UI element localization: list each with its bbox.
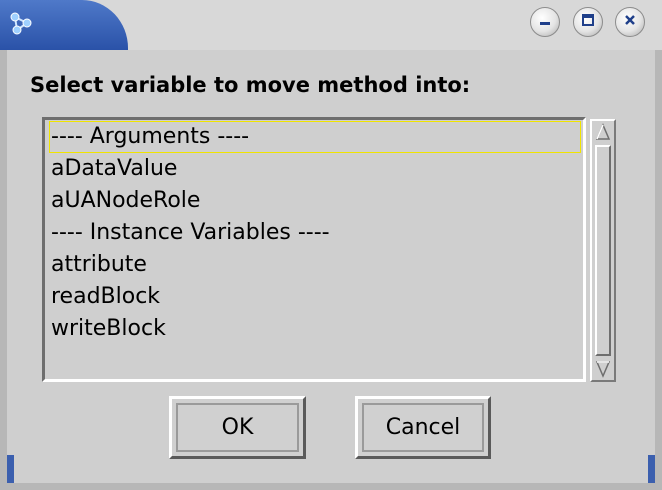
minimize-button[interactable] — [530, 7, 560, 37]
cancel-button-label: Cancel — [385, 415, 461, 440]
ok-button[interactable]: OK — [169, 396, 306, 459]
scroll-up-arrow-icon[interactable] — [595, 123, 611, 141]
minimize-icon — [537, 12, 553, 32]
maximize-button[interactable] — [573, 7, 603, 37]
close-button[interactable] — [615, 7, 645, 37]
close-icon — [622, 12, 638, 32]
list-item-readblock[interactable]: readBlock — [49, 281, 160, 313]
ok-button-label: OK — [221, 415, 254, 440]
list-item-attribute[interactable]: attribute — [49, 249, 147, 281]
list-item-arguments-header[interactable]: ---- Arguments ---- — [49, 121, 581, 153]
title-bar[interactable] — [0, 0, 662, 50]
scroll-down-arrow-icon[interactable] — [595, 360, 611, 378]
list-item-adatavalue[interactable]: aDataValue — [49, 153, 177, 185]
maximize-icon — [580, 12, 596, 32]
dialog-prompt: Select variable to move method into: — [30, 73, 471, 97]
frame-corner-right — [648, 455, 655, 483]
list-item-writeblock[interactable]: writeBlock — [49, 313, 166, 345]
frame-corner-left — [7, 455, 14, 483]
list-item-auanoderole[interactable]: aUANodeRole — [49, 185, 200, 217]
molecule-icon[interactable] — [8, 10, 34, 36]
scroll-thumb[interactable] — [595, 145, 611, 356]
list-scrollbar[interactable] — [590, 119, 616, 382]
cancel-button[interactable]: Cancel — [355, 396, 491, 459]
list-item-instance-variables-header[interactable]: ---- Instance Variables ---- — [49, 217, 330, 249]
variable-list[interactable]: ---- Arguments ---- aDataValue aUANodeRo… — [42, 117, 586, 382]
